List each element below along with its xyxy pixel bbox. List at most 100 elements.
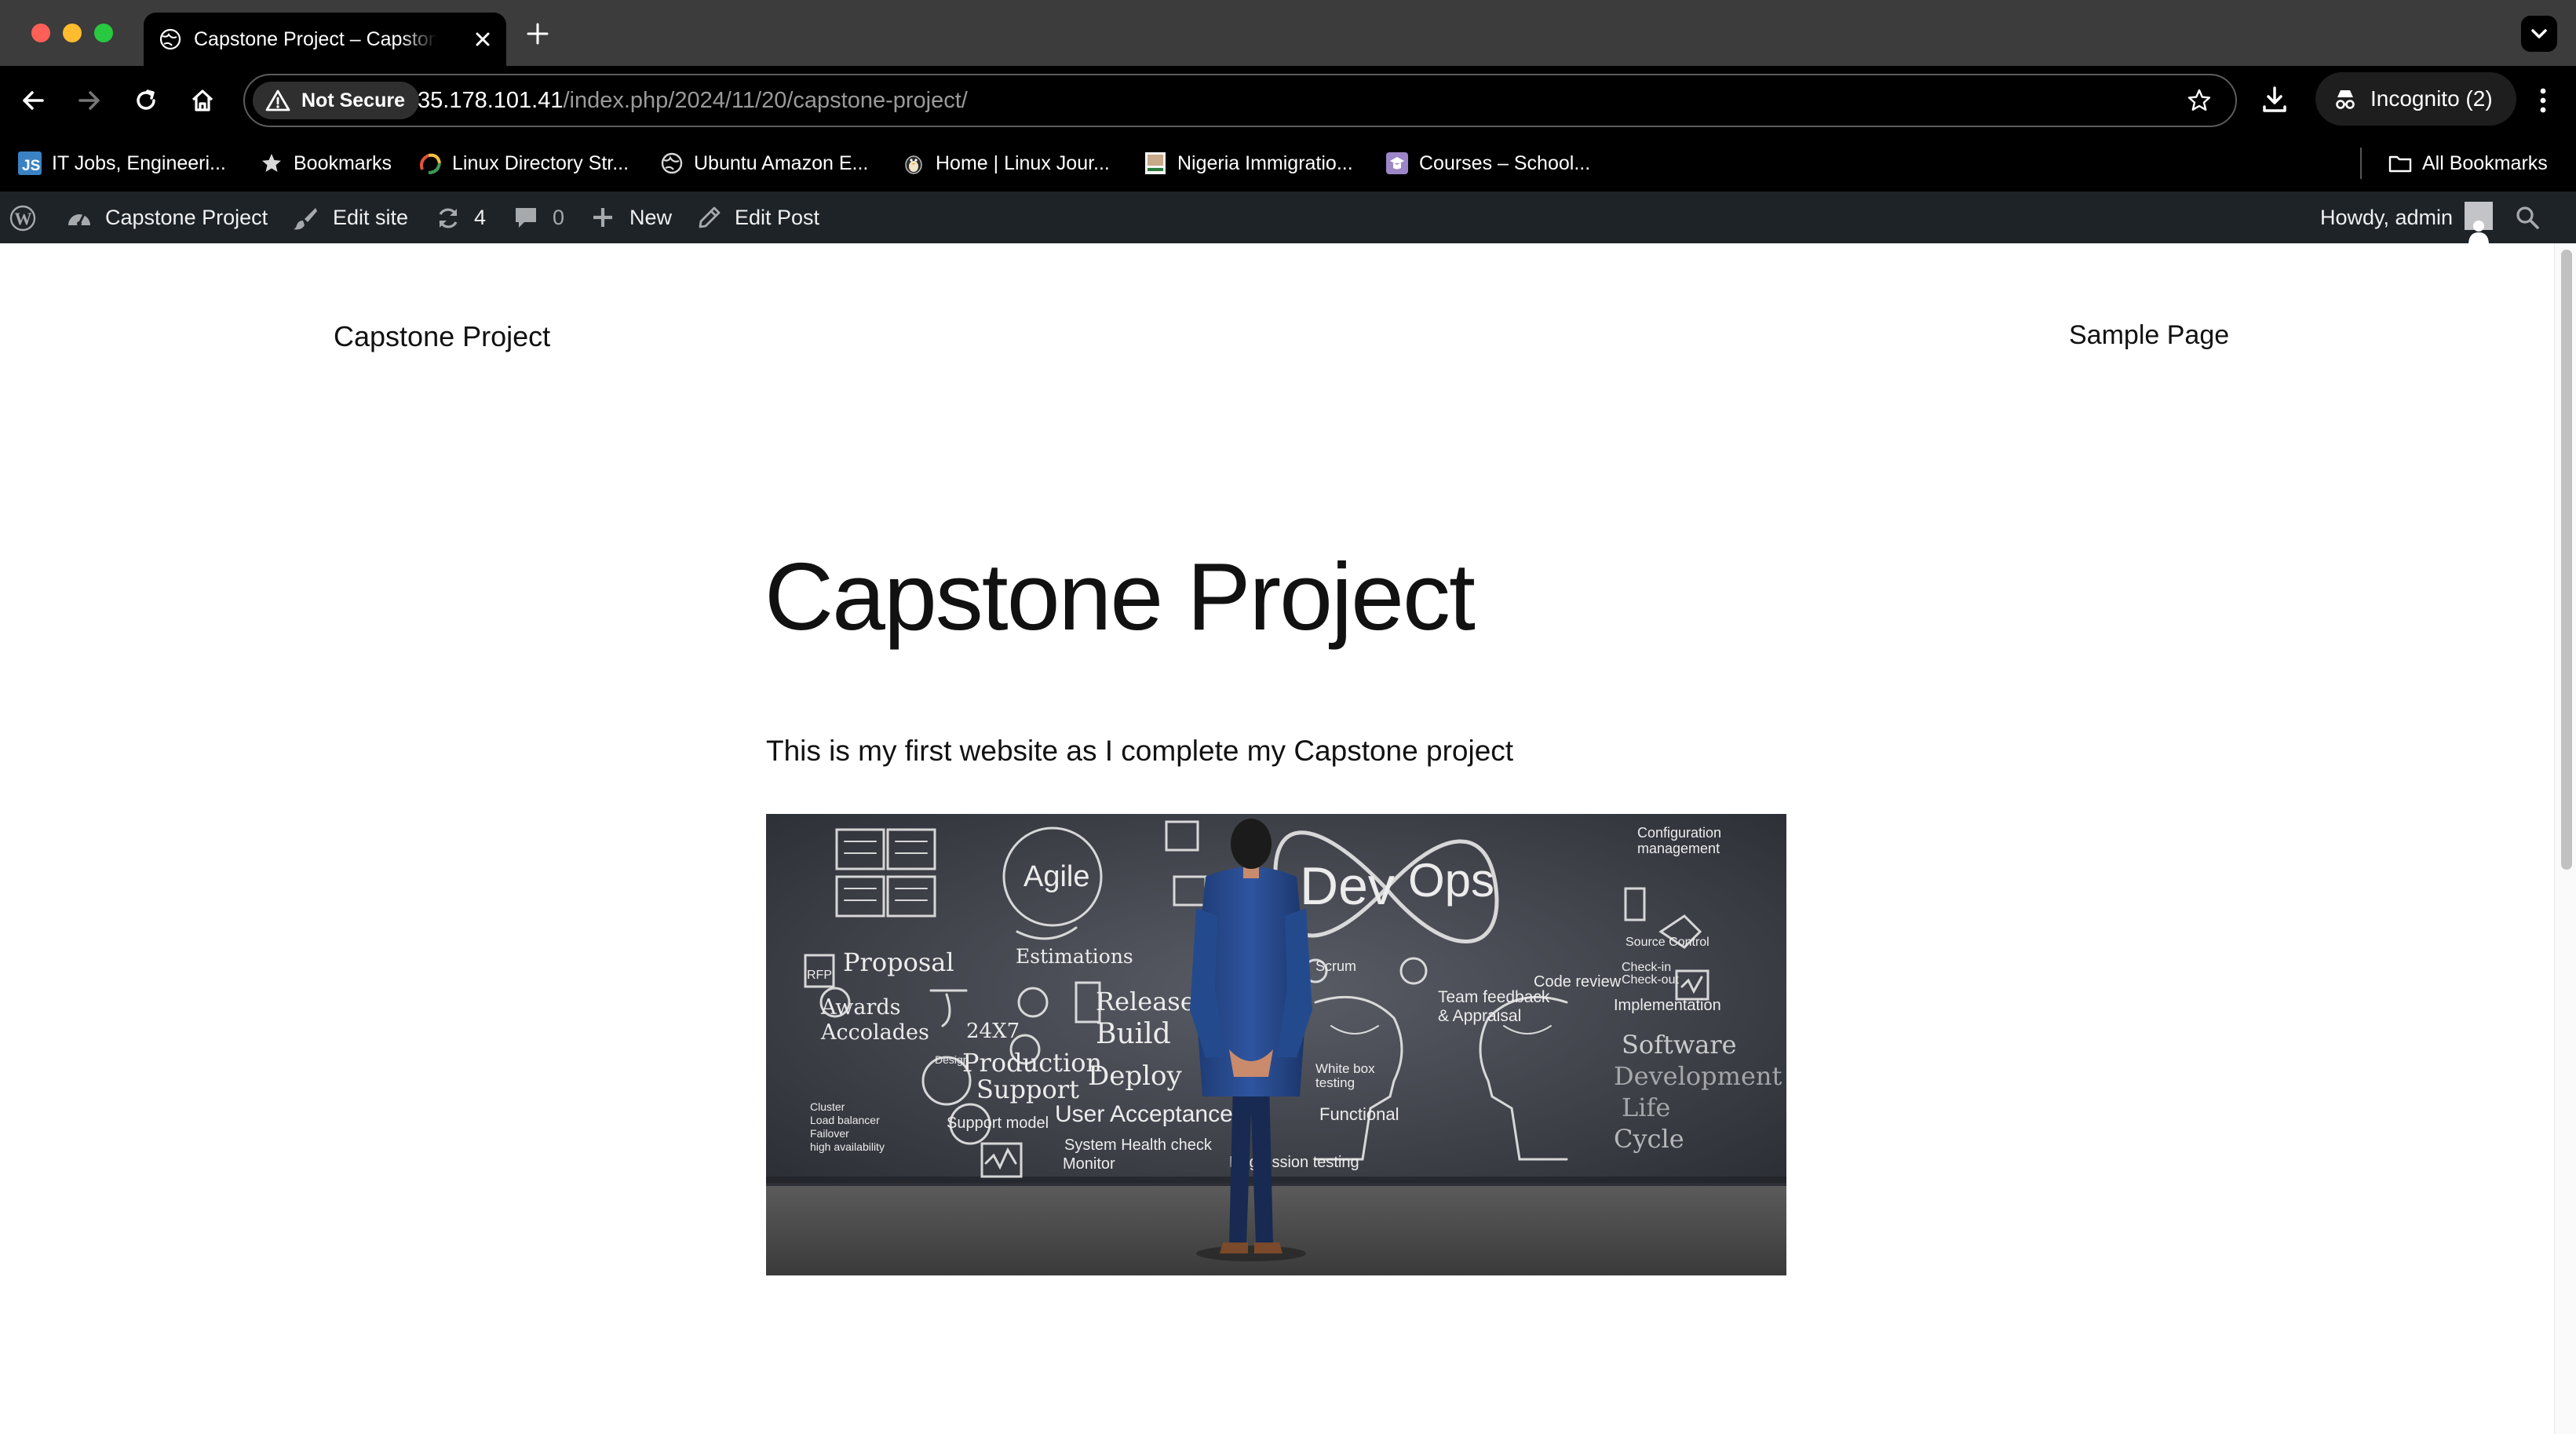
svg-text:Functional: Functional [1319, 1104, 1399, 1124]
school-icon [1386, 152, 1408, 174]
folder-icon [2388, 155, 2412, 173]
svg-text:Release: Release [1096, 987, 1195, 1016]
svg-text:Proposal: Proposal [843, 947, 954, 977]
site-title-link[interactable]: Capstone Project [334, 320, 550, 353]
tab-search-button[interactable] [2521, 16, 2557, 52]
svg-text:Implementation: Implementation [1614, 997, 1721, 1014]
svg-text:User Acceptance: User Acceptance [1055, 1101, 1233, 1127]
bookmark-item[interactable]: Home | Linux Jour... [901, 135, 1137, 192]
bookmarks-separator [2360, 148, 2362, 179]
reload-icon[interactable] [129, 83, 163, 118]
minimize-window-button[interactable] [63, 24, 82, 42]
all-bookmarks-button[interactable]: All Bookmarks [2388, 135, 2568, 192]
tab-strip: Capstone Project – Capstone Project [0, 0, 2576, 66]
bookmark-item[interactable]: Bookmarks [259, 135, 400, 192]
incognito-icon [2336, 90, 2355, 109]
admin-search-button[interactable] [2515, 192, 2546, 243]
svg-text:Load balancer: Load balancer [810, 1114, 880, 1126]
svg-text:W: W [15, 209, 32, 228]
edit-post-button[interactable]: Edit Post [697, 192, 830, 243]
svg-text:Support model: Support model [947, 1115, 1049, 1132]
globe-icon [159, 28, 181, 50]
bookmark-item[interactable]: JS IT Jobs, Engineeri... [17, 135, 237, 192]
svg-text:Life: Life [1622, 1093, 1670, 1122]
post-title: Capstone Project [764, 543, 1476, 650]
page-scrollbar[interactable] [2554, 243, 2576, 1434]
my-account-menu[interactable]: Howdy, admin [2320, 192, 2493, 243]
address-bar[interactable]: Not Secure 35.178.101.41/index.php/2024/… [243, 74, 2237, 127]
more-vertical-icon[interactable] [2529, 83, 2557, 118]
svg-text:White box: White box [1315, 1061, 1375, 1076]
svg-text:Dev: Dev [1300, 856, 1395, 916]
bookmark-item[interactable]: Ubuntu Amazon E... [659, 135, 879, 192]
svg-text:Team feedback: Team feedback [1438, 988, 1550, 1006]
post-paragraph: This is my first website as I complete m… [766, 735, 1514, 767]
zoom-window-button[interactable] [94, 24, 113, 42]
bookmark-item[interactable]: Linux Directory Str... [418, 135, 645, 192]
svg-text:Estimations: Estimations [1016, 945, 1133, 968]
svg-text:Design: Design [935, 1053, 969, 1066]
svg-text:Failover: Failover [810, 1127, 849, 1140]
bookmarks-bar: JS IT Jobs, Engineeri... Bookmarks Linux… [0, 135, 2576, 192]
bookmark-item[interactable]: Nigeria Immigratio... [1143, 135, 1378, 192]
site-name-menu[interactable]: Capstone Project [66, 192, 278, 243]
penguin-icon [905, 155, 922, 174]
svg-text:Cycle: Cycle [1614, 1124, 1684, 1154]
edit-site-button[interactable]: Edit site [292, 192, 425, 243]
svg-text:management: management [1637, 841, 1720, 856]
wp-logo-menu[interactable]: W [9, 192, 44, 243]
forward-icon[interactable] [72, 83, 107, 118]
back-icon[interactable] [16, 83, 50, 118]
svg-text:Software: Software [1622, 1030, 1737, 1060]
nav-item-sample-page[interactable]: Sample Page [2069, 320, 2229, 351]
new-content-button[interactable]: New [590, 192, 677, 243]
featured-image: Agile Dev Ops Proposal RFP Awards Accola… [766, 814, 1786, 1275]
svg-text:Scrum: Scrum [1315, 958, 1356, 974]
download-icon[interactable] [2257, 82, 2293, 118]
linux-icon [420, 153, 441, 174]
profile-label: Incognito (2) [2370, 86, 2493, 111]
svg-text:Configuration: Configuration [1637, 825, 1721, 841]
star-icon [262, 154, 281, 172]
svg-text:Check-in: Check-in [1622, 961, 1671, 974]
plus-icon [593, 208, 612, 227]
url-path: /index.php/2024/11/20/capstone-project/ [563, 88, 968, 113]
url-text[interactable]: 35.178.101.41/index.php/2024/11/20/capst… [418, 75, 968, 126]
svg-text:& Appraisal: & Appraisal [1438, 1007, 1521, 1025]
comment-bubble-icon [516, 208, 536, 228]
new-tab-icon[interactable] [524, 20, 551, 47]
updates-icon [439, 208, 458, 228]
chevron-down-icon [2531, 29, 2547, 38]
pencil-icon [699, 206, 721, 228]
wp-admin-bar: W Capstone Project Edit site 4 0 New Edi… [0, 192, 2576, 243]
site-info-chip[interactable]: Not Secure [253, 82, 419, 119]
home-icon[interactable] [185, 83, 220, 118]
user-silhouette-icon [2468, 221, 2489, 243]
close-window-button[interactable] [31, 24, 50, 42]
svg-text:Ops: Ops [1408, 854, 1494, 907]
js-icon: JS [18, 151, 42, 175]
svg-text:Awards: Awards [820, 995, 901, 1020]
warning-icon [265, 89, 290, 111]
updates-button[interactable]: 4 [435, 192, 498, 243]
nigeria-icon [1145, 152, 1166, 174]
bookmark-item[interactable]: Courses – School... [1385, 135, 1620, 192]
svg-text:Agile: Agile [1023, 860, 1090, 893]
browser-tab-active[interactable]: Capstone Project – Capstone Project [144, 13, 506, 66]
url-host: 35.178.101.41 [418, 88, 564, 113]
svg-text:24X7: 24X7 [966, 1020, 1020, 1043]
close-tab-icon[interactable] [470, 27, 495, 52]
svg-text:Production: Production [962, 1048, 1102, 1078]
brush-icon [294, 208, 317, 230]
incognito-profile-button[interactable]: Incognito (2) [2315, 72, 2516, 126]
avatar [2465, 202, 2493, 243]
svg-text:Cluster: Cluster [810, 1100, 845, 1113]
svg-text:JS: JS [22, 158, 40, 174]
svg-text:Code review: Code review [1534, 973, 1622, 991]
svg-text:Monitor: Monitor [1063, 1155, 1115, 1173]
comments-button[interactable]: 0 [513, 192, 576, 243]
search-icon [2516, 206, 2539, 229]
scrollbar-thumb[interactable] [2561, 250, 2572, 870]
dashboard-gauge-icon [68, 213, 90, 226]
bookmark-star-icon[interactable] [2187, 88, 2212, 113]
